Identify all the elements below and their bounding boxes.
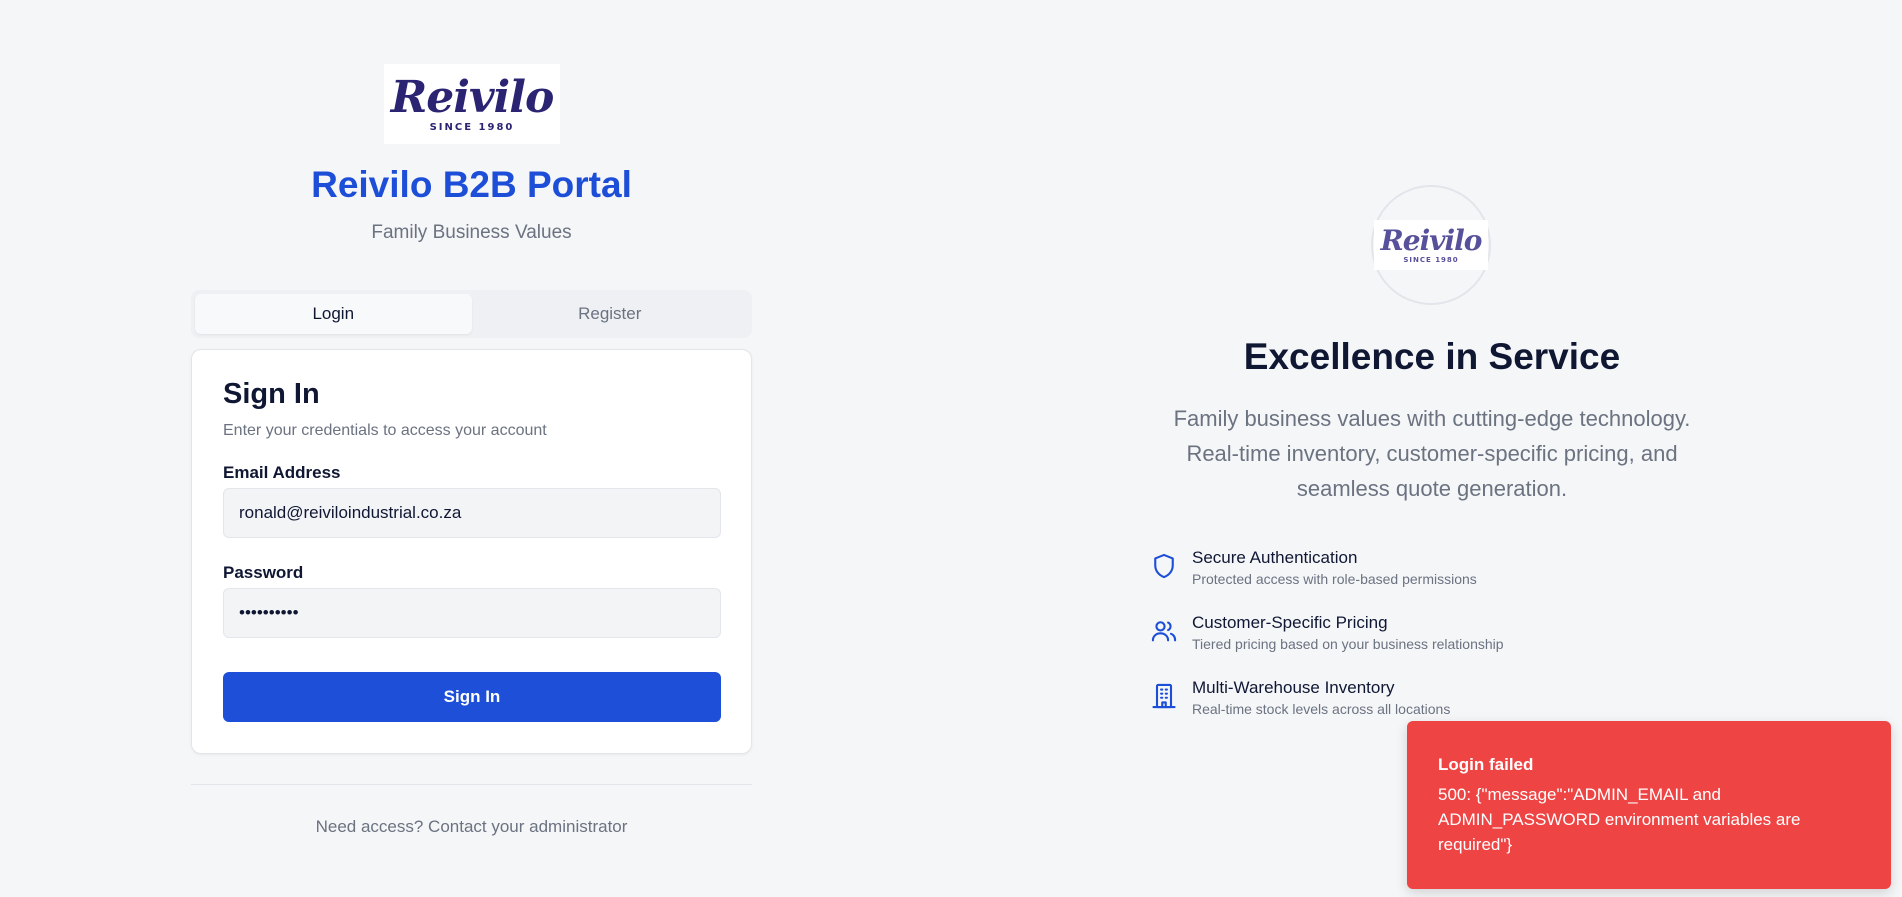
feature-item: Multi-Warehouse Inventory Real-time stoc… xyxy=(1150,678,1630,722)
feature-title: Customer-Specific Pricing xyxy=(1192,613,1388,632)
hero-logo-wordmark: Reivilo xyxy=(1380,223,1483,257)
feature-item: Customer-Specific Pricing Tiered pricing… xyxy=(1150,613,1630,657)
signin-card: Sign In Enter your credentials to access… xyxy=(191,349,752,754)
email-label: Email Address xyxy=(223,463,341,482)
email-field[interactable] xyxy=(223,488,721,538)
toast-message: 500: {"message":"ADMIN_EMAIL and ADMIN_P… xyxy=(1438,785,1801,854)
signin-description: Enter your credentials to access your ac… xyxy=(223,422,547,439)
password-label: Password xyxy=(223,563,304,582)
toast-title: Login failed xyxy=(1438,755,1534,774)
signin-title: Sign In xyxy=(223,378,320,410)
feature-description: Real-time stock levels across all locati… xyxy=(1192,701,1451,717)
feature-description: Tiered pricing based on your business re… xyxy=(1192,636,1504,652)
shield-icon xyxy=(1154,553,1174,579)
logo-since: SINCE 1980 xyxy=(429,121,515,133)
hero-title: Excellence in Service xyxy=(1243,336,1621,377)
hero-logo-inner: Reivilo SINCE 1980 xyxy=(1374,220,1488,270)
brand-logo: Reivilo SINCE 1980 xyxy=(384,64,560,144)
tab-register[interactable]: Register xyxy=(472,294,749,334)
password-field[interactable] xyxy=(223,588,721,638)
users-icon xyxy=(1151,621,1177,642)
error-toast[interactable]: Login failed 500: {"message":"ADMIN_EMAI… xyxy=(1407,721,1891,889)
logo-wordmark: Reivilo xyxy=(390,71,555,123)
feature-item: Secure Authentication Protected access w… xyxy=(1150,548,1630,592)
login-page: Reivilo SINCE 1980 Reivilo B2B Portal Fa… xyxy=(0,0,1902,897)
contact-admin-text: Need access? Contact your administrator xyxy=(315,817,628,836)
feature-description: Protected access with role-based permiss… xyxy=(1192,571,1477,587)
divider xyxy=(191,784,752,785)
signin-button[interactable]: Sign In xyxy=(223,672,721,722)
tab-login[interactable]: Login xyxy=(195,294,472,334)
hero-description: Family business values with cutting-edge… xyxy=(1173,406,1691,501)
building-icon xyxy=(1152,683,1176,709)
feature-title: Multi-Warehouse Inventory xyxy=(1192,678,1395,697)
hero-logo-since: SINCE 1980 xyxy=(1403,255,1459,264)
feature-title: Secure Authentication xyxy=(1192,548,1358,567)
hero-logo: Reivilo SINCE 1980 xyxy=(1371,185,1491,305)
portal-subtitle: Family Business Values xyxy=(371,222,572,243)
auth-tabs: Login Register xyxy=(191,290,752,338)
portal-title: Reivilo B2B Portal xyxy=(311,164,632,205)
